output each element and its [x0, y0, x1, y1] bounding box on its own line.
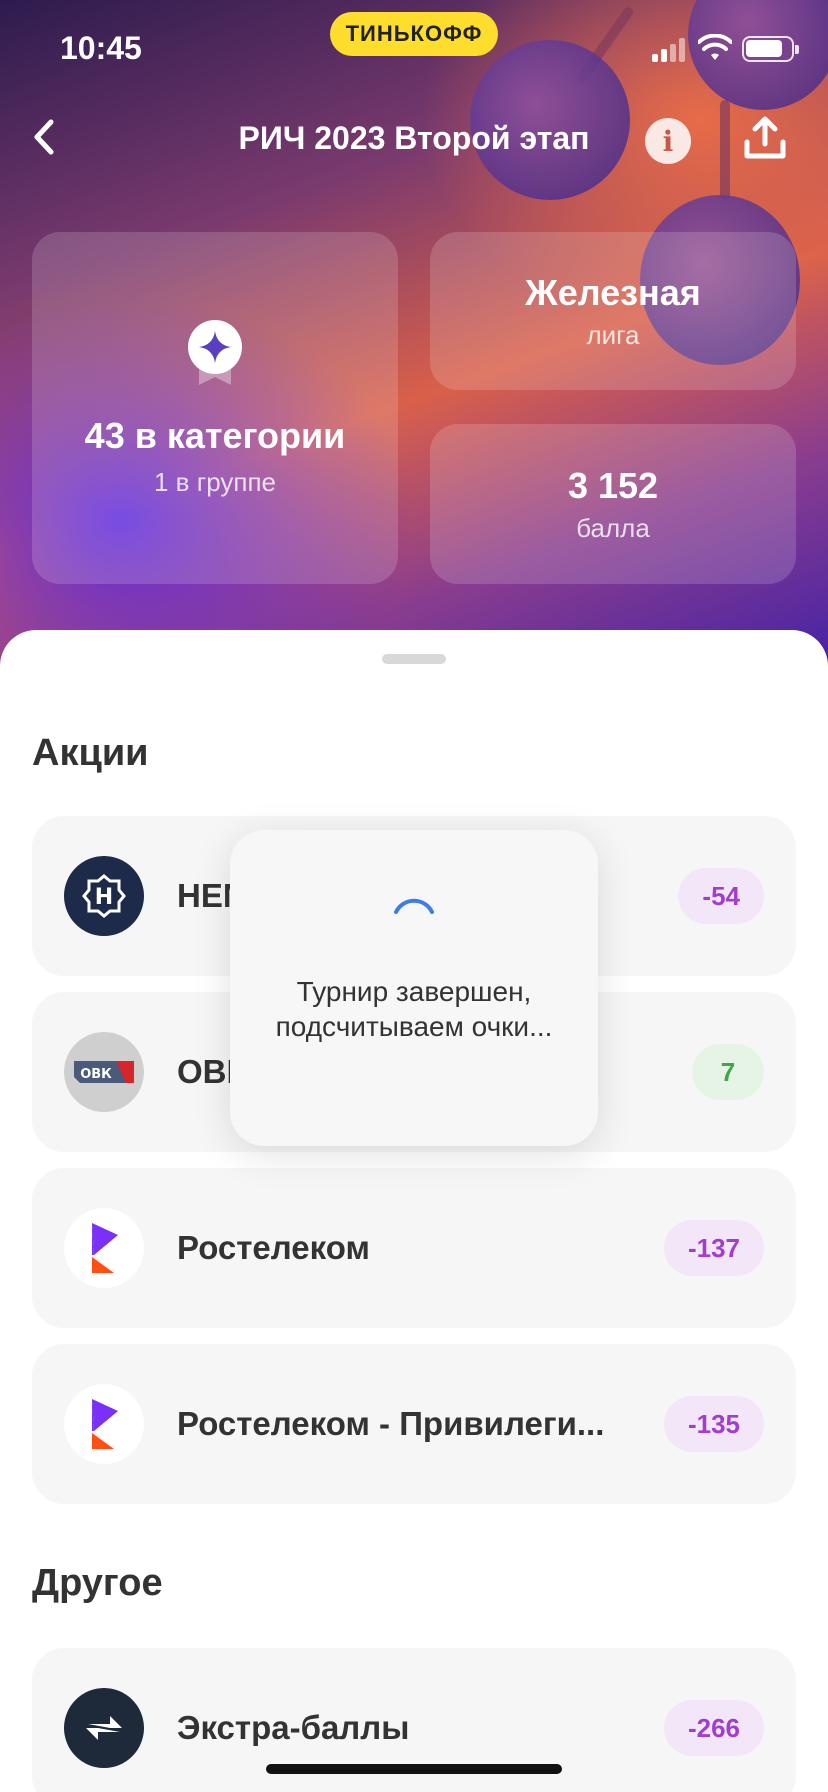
score-badge: -135	[663, 1396, 764, 1452]
points-card[interactable]: 3 152 балла	[430, 424, 796, 584]
points-value: 3 152	[567, 464, 659, 506]
status-bar: 10:45 ТИНЬКОФФ	[0, 0, 828, 100]
section-title-stocks: Акции	[32, 732, 149, 774]
status-time: 10:45	[60, 30, 142, 66]
obi-logo-text: ОВК	[80, 1067, 112, 1082]
battery-icon	[742, 36, 799, 62]
league-card[interactable]: Железная лига	[430, 232, 796, 390]
wifi-icon	[698, 34, 732, 60]
info-icon: i	[662, 124, 674, 158]
hero-background: 10:45 ТИНЬКОФФ РИЧ 2023 Второй этап i 43…	[0, 0, 828, 700]
rostelecom-logo-icon	[64, 1208, 144, 1288]
bottom-sheet: Акции H HEM -54 ОВК OBI 7 Ростелеком -13…	[0, 630, 828, 1792]
score-badge: -54	[678, 868, 764, 924]
share-button[interactable]	[740, 114, 790, 164]
obi-logo-icon: ОВК	[64, 1032, 144, 1112]
league-value: Железная	[525, 271, 701, 313]
list-item-rostelecom[interactable]: Ростелеком -137	[32, 1168, 796, 1328]
list-item-name: Ростелеком	[177, 1229, 370, 1266]
info-button[interactable]: i	[645, 118, 691, 164]
exchange-arrows-icon	[64, 1688, 144, 1768]
list-item-rostelecom-preferred[interactable]: Ростелеком - Привилеги... -135	[32, 1344, 796, 1504]
rostelecom-logo-icon	[64, 1384, 144, 1464]
rank-sub: 1 в группе	[154, 466, 276, 497]
score-badge: 7	[692, 1044, 764, 1100]
rank-value: 43 в категории	[84, 414, 346, 456]
hem-logo-icon: H	[64, 856, 144, 936]
hem-logo-letter: H	[95, 885, 113, 910]
spinner-icon	[394, 898, 434, 914]
rank-card[interactable]: 43 в категории 1 в группе	[32, 232, 398, 584]
section-title-other: Другое	[32, 1562, 163, 1604]
page-title: РИЧ 2023 Второй этап	[238, 120, 590, 156]
score-badge: -137	[663, 1220, 764, 1276]
cellular-signal-icon	[652, 38, 688, 62]
home-indicator[interactable]	[266, 1764, 562, 1774]
list-item-name: OBI	[177, 1053, 236, 1090]
medal-icon	[188, 319, 242, 385]
loading-popup: Турнир завершен, подсчитываем очки...	[230, 830, 598, 1146]
sheet-drag-handle[interactable]	[382, 654, 446, 664]
score-badge: -266	[663, 1700, 764, 1756]
league-sub: лига	[586, 319, 640, 350]
brand-badge: ТИНЬКОФФ	[330, 12, 498, 56]
list-item-name: Ростелеком - Привилеги...	[177, 1405, 605, 1442]
points-sub: балла	[576, 512, 650, 543]
loading-message: Турнир завершен, подсчитываем очки...	[275, 976, 553, 1042]
